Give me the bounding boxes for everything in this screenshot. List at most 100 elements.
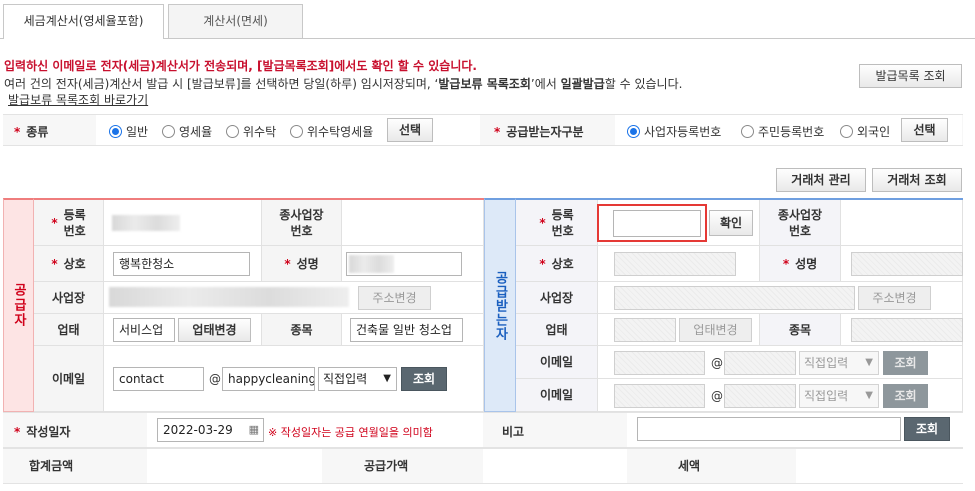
blurred-regno — [112, 215, 180, 231]
supplier-rep-label: * 성명 — [262, 246, 342, 282]
notice-hold-d: 일괄발급 — [560, 77, 605, 91]
kind-label-text: 종류 — [26, 125, 49, 139]
date-note: ※ 작성일자는 공급 연월일을 의미함 — [268, 426, 433, 439]
remark-search-button[interactable]: 조회 — [904, 417, 950, 441]
receiver-email2-user-input[interactable] — [614, 384, 705, 408]
supplier-email-search-button[interactable]: 조회 — [401, 367, 447, 391]
supplier-type-label: 업태 — [34, 314, 104, 346]
kind-option-zero[interactable]: 영세율 — [162, 123, 212, 140]
receiver-email2-label: 이메일 — [516, 379, 598, 412]
receiver-addr-label: 사업장 — [516, 282, 598, 314]
date-value: 2022-03-29 — [163, 423, 233, 437]
recv-type-select-button[interactable]: 선택 — [901, 118, 948, 142]
receiver-item-input[interactable] — [851, 318, 963, 342]
notice-email: 입력하신 이메일로 전자(세금)계산서가 전송되며, [발급목록조회]에서도 확… — [4, 59, 477, 73]
recv-type-biz[interactable]: 사업자등록번호 — [627, 123, 721, 140]
receiver-email1-select[interactable]: 직접입력 ▼ — [799, 351, 879, 375]
supplier-name-label-text: 상호 — [63, 256, 86, 271]
supplier-addr-label: 사업장 — [34, 282, 104, 314]
recv-type-option-label: 주민등록번호 — [758, 125, 825, 139]
radio-icon — [226, 125, 239, 138]
receiver-email2-select[interactable]: 직접입력 ▼ — [799, 384, 879, 408]
radio-checked-icon — [627, 125, 640, 138]
receiver-sub-cell — [841, 200, 963, 246]
receiver-sub-label-text: 종사업장 번호 — [777, 207, 823, 238]
kind-option-consign-zero[interactable]: 위수탁영세율 — [290, 123, 373, 140]
supplier-email-domain-input[interactable]: happycleaning — [222, 367, 315, 391]
supplier-email-user-input[interactable]: contact — [113, 367, 204, 391]
kind-select-button[interactable]: 선택 — [387, 118, 433, 142]
receiver-email1-search-button[interactable]: 조회 — [883, 351, 928, 375]
supplier-regno-label-text: 등록 번호 — [63, 207, 86, 238]
select-value: 직접입력 — [323, 372, 368, 386]
receiver-confirm-button[interactable]: 확인 — [709, 210, 753, 236]
supplier-item-input[interactable]: 건축물 일반 청소업 — [350, 318, 463, 342]
remark-input[interactable] — [637, 417, 901, 441]
receiver-rep-input[interactable] — [851, 252, 963, 276]
supplier-addr-change-button[interactable]: 주소변경 — [358, 286, 431, 310]
receiver-email1-user-input[interactable] — [614, 351, 705, 375]
kind-option-general[interactable]: 일반 — [109, 123, 148, 140]
recv-type-option-label: 사업자등록번호 — [644, 125, 722, 139]
recv-type-label: * 공급받는자구분 — [494, 125, 584, 139]
radio-checked-icon — [109, 125, 122, 138]
notice-hold-c: ’에서 — [530, 77, 561, 91]
notice-hold-b: 발급보류 목록조회 — [438, 77, 531, 91]
partner-search-button[interactable]: 거래처 조회 — [872, 168, 962, 192]
kind-option-label: 영세율 — [179, 125, 213, 139]
date-input[interactable]: 2022-03-29 ▦ — [157, 418, 264, 442]
recv-type-label-text: 공급받는자구분 — [506, 125, 584, 139]
date-label-text: 작성일자 — [26, 425, 71, 439]
receiver-email2-search-button[interactable]: 조회 — [883, 384, 928, 408]
supplier-email-label: 이메일 — [34, 346, 104, 412]
receiver-name-label-text: 상호 — [551, 256, 574, 271]
supplier-sub-cell — [342, 200, 484, 246]
receiver-regno-label-text: 등록 번호 — [551, 207, 574, 238]
supplier-type-input[interactable]: 서비스업 — [113, 318, 175, 342]
chevron-down-icon: ▼ — [865, 357, 873, 368]
tab-tax-invoice[interactable]: 세금계산서(영세율포함) — [3, 4, 164, 39]
tab-invoice-exempt[interactable]: 계산서(면세) — [168, 4, 303, 38]
receiver-rep-label: * 성명 — [760, 246, 841, 282]
at-sign: @ — [711, 356, 723, 370]
hold-list-link[interactable]: 발급보류 목록조회 바로가기 — [8, 91, 148, 108]
receiver-type-label: 업태 — [516, 314, 598, 346]
supply-amount-label: 공급가액 — [364, 459, 409, 473]
radio-icon — [162, 125, 175, 138]
notice-hold-a: 여러 건의 전자(세금)계산서 발급 시 [발급보류]를 선택하면 당일(하루)… — [4, 77, 439, 91]
supplier-name-label: * 상호 — [34, 246, 104, 282]
receiver-name-input[interactable] — [614, 252, 736, 276]
supplier-side-label: 공급자 — [3, 198, 34, 412]
receiver-biz-change-button[interactable]: 업태변경 — [679, 318, 752, 342]
receiver-addr-input[interactable] — [614, 286, 855, 310]
calendar-icon[interactable]: ▦ — [249, 419, 259, 441]
supplier-sub-label: 종사업장 번호 — [262, 200, 342, 246]
at-sign: @ — [209, 372, 221, 386]
receiver-regno-input[interactable] — [613, 210, 701, 237]
receiver-addr-change-button[interactable]: 주소변경 — [858, 286, 931, 310]
recv-type-option-label: 외국인 — [857, 125, 891, 139]
radio-icon — [741, 125, 754, 138]
total-value-area — [147, 449, 322, 483]
receiver-sub-label: 종사업장 번호 — [760, 200, 841, 246]
date-label: * 작성일자 — [14, 425, 71, 439]
supplier-email-domain-select[interactable]: 직접입력 ▼ — [318, 367, 397, 391]
issue-list-button[interactable]: 발급목록 조회 — [859, 64, 962, 88]
partner-manage-button[interactable]: 거래처 관리 — [776, 168, 866, 192]
chevron-down-icon: ▼ — [383, 373, 391, 384]
kind-option-label: 위수탁 — [243, 125, 277, 139]
receiver-email2-domain-input[interactable] — [724, 384, 796, 408]
supply-value-area — [483, 449, 627, 483]
supplier-biz-change-button[interactable]: 업태변경 — [178, 318, 251, 342]
recv-type-resident[interactable]: 주민등록번호 — [741, 123, 824, 140]
remark-label: 비고 — [502, 425, 525, 439]
kind-option-label: 일반 — [126, 125, 149, 139]
kind-label: * 종류 — [14, 125, 49, 139]
kind-option-consign[interactable]: 위수탁 — [226, 123, 276, 140]
recv-type-foreigner[interactable]: 외국인 — [840, 123, 890, 140]
receiver-name-label: * 상호 — [516, 246, 598, 282]
notice-hold-e: 할 수 있습니다. — [604, 77, 683, 91]
receiver-email1-domain-input[interactable] — [724, 351, 796, 375]
supplier-name-input[interactable]: 행복한청소 — [113, 252, 250, 276]
receiver-type-input[interactable] — [614, 318, 676, 342]
